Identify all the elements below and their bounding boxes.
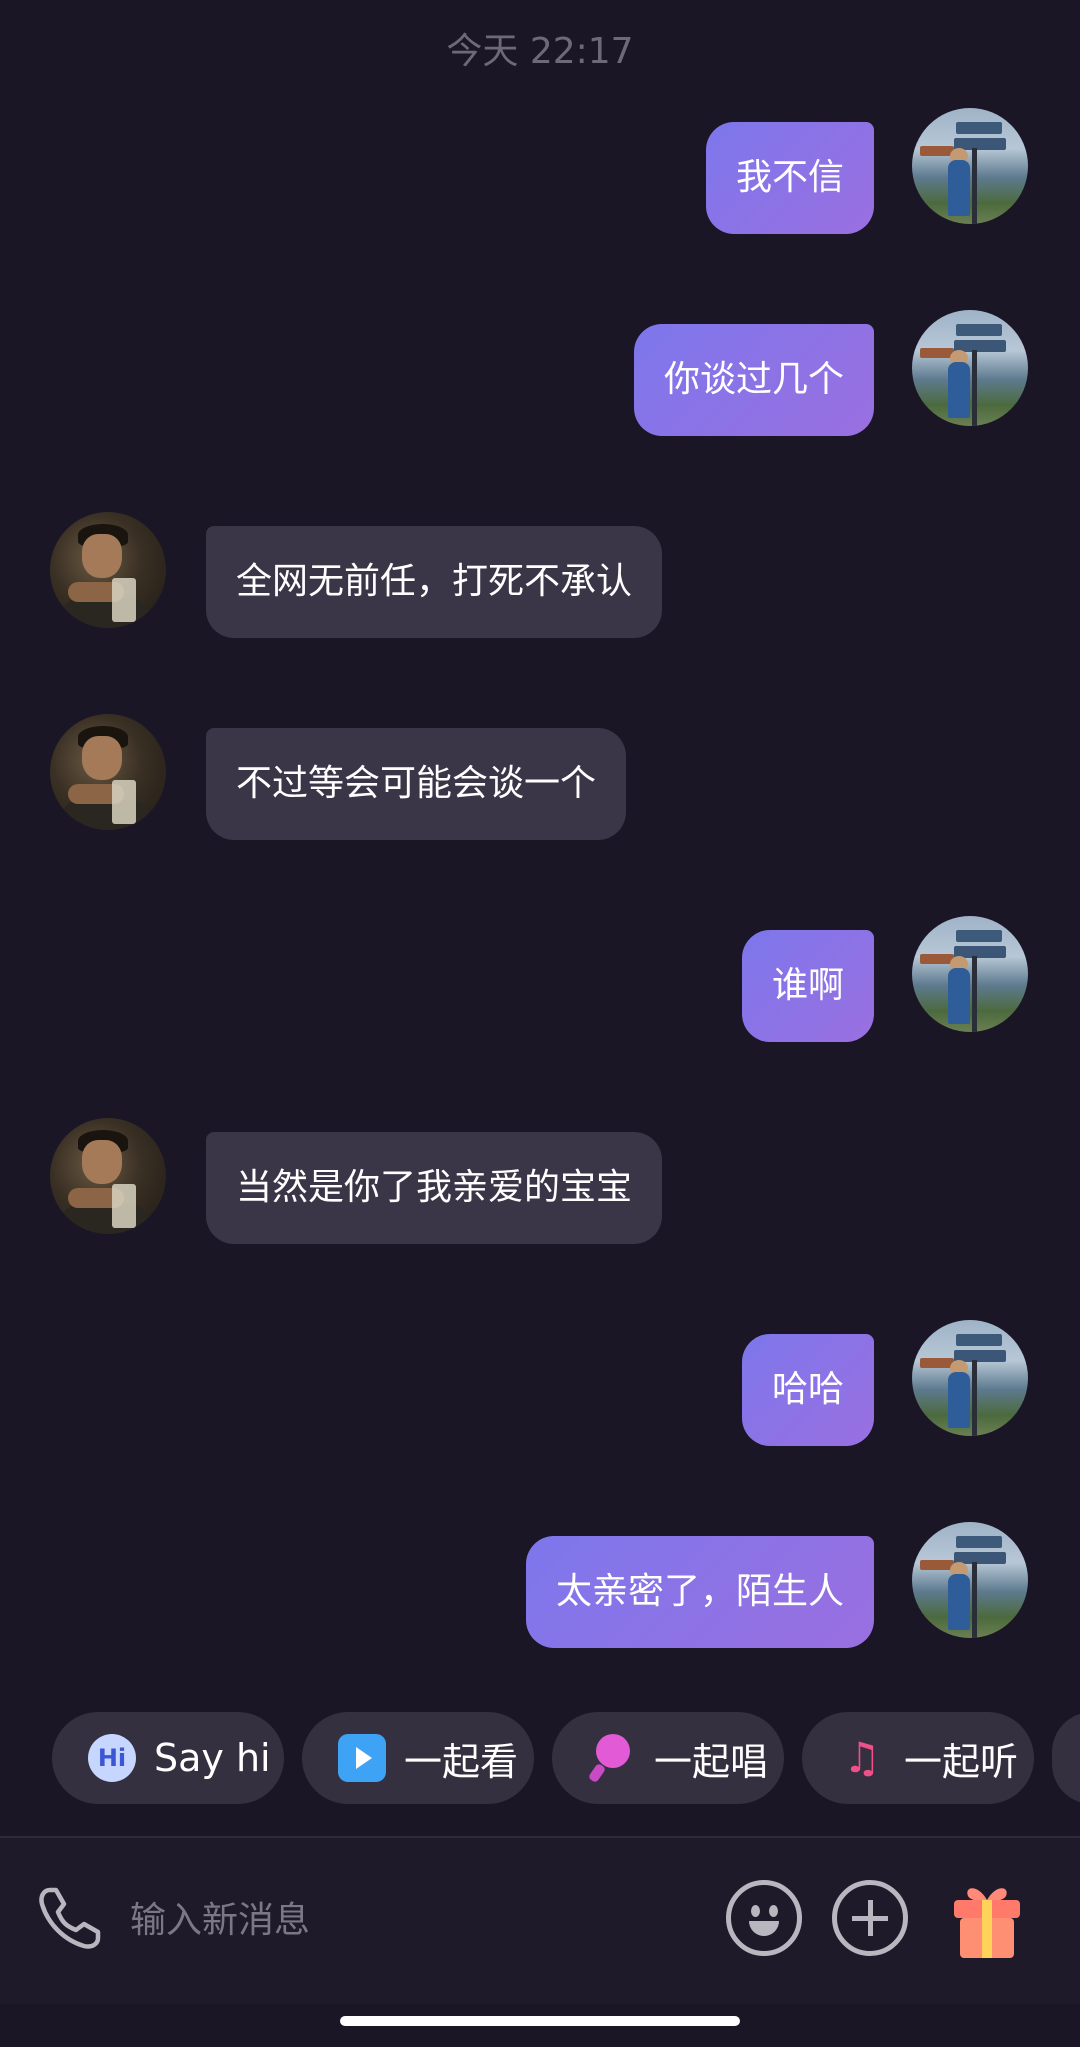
watch-together-label: 一起看 <box>404 1739 519 1784</box>
sing-together-label: 一起唱 <box>654 1739 769 1784</box>
message-row: 不过等会可能会谈一个 <box>0 714 1080 840</box>
more-actions-chip[interactable] <box>1052 1712 1080 1804</box>
sing-together-button[interactable]: 一起唱 <box>552 1712 784 1804</box>
my-avatar[interactable] <box>912 1522 1028 1638</box>
message-bubble-received[interactable]: 当然是你了我亲爱的宝宝 <box>206 1132 663 1244</box>
message-input-bar <box>0 1838 1080 2004</box>
contact-avatar[interactable] <box>50 512 166 628</box>
listen-together-button[interactable]: ♫ 一起听 <box>802 1712 1034 1804</box>
message-row: 你谈过几个 <box>0 310 1080 436</box>
my-avatar[interactable] <box>912 310 1028 426</box>
say-hi-label: Say hi <box>154 1736 271 1780</box>
message-row: 谁啊 <box>0 916 1080 1042</box>
say-hi-button[interactable]: Hi Say hi <box>52 1712 284 1804</box>
message-bubble-sent[interactable]: 你谈过几个 <box>633 324 874 436</box>
my-avatar[interactable] <box>912 916 1028 1032</box>
quick-actions-bar: Hi Say hi 一起看 一起唱 ♫ 一起听 <box>52 1712 1080 1804</box>
message-bubble-received[interactable]: 不过等会可能会谈一个 <box>206 728 627 840</box>
contact-avatar[interactable] <box>50 1118 166 1234</box>
gift-icon[interactable] <box>952 1878 1022 1960</box>
microphone-icon <box>588 1734 636 1782</box>
emoji-icon[interactable] <box>726 1880 802 1956</box>
music-note-icon: ♫ <box>843 1733 881 1782</box>
home-indicator[interactable] <box>340 2016 740 2026</box>
message-input[interactable] <box>130 1878 690 1962</box>
message-bubble-sent[interactable]: 谁啊 <box>741 930 874 1042</box>
contact-avatar[interactable] <box>50 714 166 830</box>
message-row: 我不信 <box>0 108 1080 234</box>
phone-icon[interactable] <box>34 1882 106 1954</box>
message-bubble-sent[interactable]: 太亲密了，陌生人 <box>525 1536 874 1648</box>
watch-together-button[interactable]: 一起看 <box>302 1712 534 1804</box>
message-row: 太亲密了，陌生人 <box>0 1522 1080 1648</box>
message-bubble-sent[interactable]: 哈哈 <box>741 1334 874 1446</box>
message-bubble-sent[interactable]: 我不信 <box>705 122 874 234</box>
my-avatar[interactable] <box>912 108 1028 224</box>
hi-bubble-icon: Hi <box>88 1734 136 1782</box>
message-bubble-received[interactable]: 全网无前任，打死不承认 <box>206 526 663 638</box>
message-row: 哈哈 <box>0 1320 1080 1446</box>
play-icon <box>338 1734 386 1782</box>
my-avatar[interactable] <box>912 1320 1028 1436</box>
plus-icon[interactable] <box>832 1880 908 1956</box>
message-row: 全网无前任，打死不承认 <box>0 512 1080 638</box>
chat-timestamp: 今天 22:17 <box>446 31 634 72</box>
listen-together-label: 一起听 <box>904 1739 1019 1784</box>
message-row: 当然是你了我亲爱的宝宝 <box>0 1118 1080 1244</box>
